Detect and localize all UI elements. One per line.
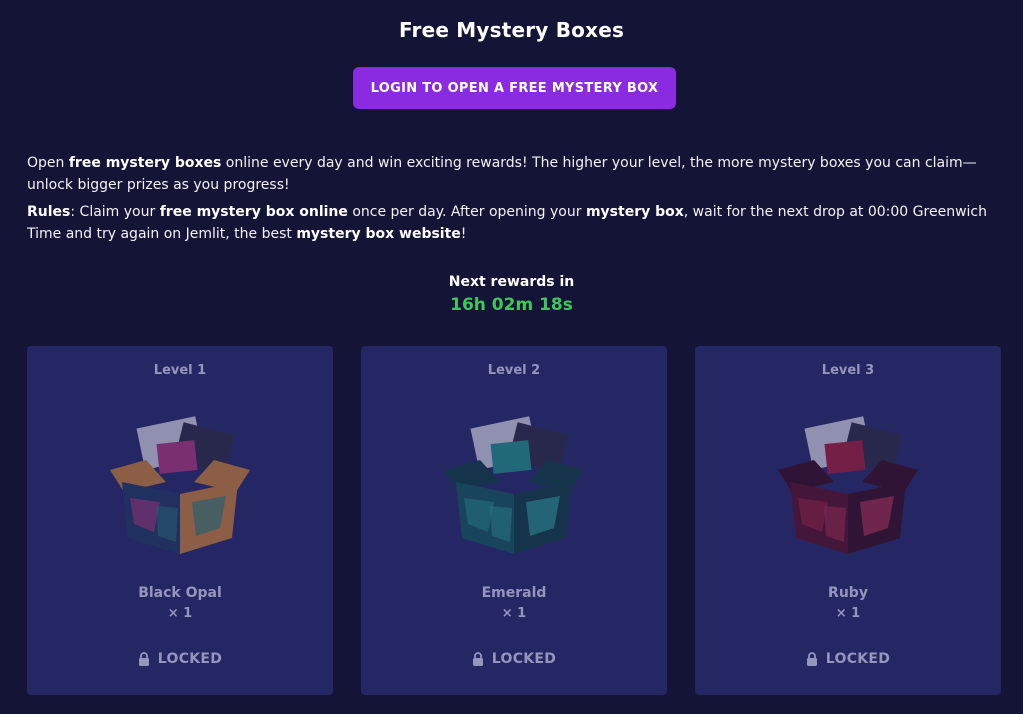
ruby-box-image (778, 416, 918, 554)
lock-icon (472, 652, 483, 666)
text-run: ! (460, 226, 467, 242)
prize-item (824, 440, 866, 474)
lock-icon (138, 652, 149, 666)
black-opal-box-image (110, 416, 250, 554)
locked-label: LOCKED (491, 651, 557, 667)
box-name: Emerald (481, 585, 547, 601)
box-quantity: × 1 (167, 606, 193, 621)
next-rewards-label: Next rewards in (448, 274, 575, 290)
locked-label: LOCKED (157, 651, 223, 667)
locked-status: LOCKED (27, 651, 333, 667)
mystery-box-card-ruby[interactable]: Level 3 Ruby × 1 LOCKED (695, 346, 1001, 695)
locked-label: LOCKED (825, 651, 891, 667)
box-quantity: × 1 (501, 606, 527, 621)
mystery-box-card-black-opal[interactable]: Level 1 Black Opal × 1 LOCKED (27, 346, 333, 695)
locked-status: LOCKED (361, 651, 667, 667)
rules-paragraph: Rules: Claim your free mystery box onlin… (27, 201, 1012, 245)
bold-text: free mystery box online (159, 204, 348, 220)
page-title: Free Mystery Boxes (398, 18, 625, 42)
lock-icon (806, 652, 817, 666)
emerald-box-image (444, 416, 584, 554)
text-run: once per day. After opening your (347, 204, 586, 220)
box-quantity: × 1 (835, 606, 861, 621)
card-level: Level 3 (821, 363, 875, 378)
bold-text: mystery box website (296, 226, 461, 242)
box-name: Ruby (828, 585, 868, 601)
intro-paragraph: Open free mystery boxes online every day… (27, 152, 1012, 196)
bold-text: mystery box (585, 204, 684, 220)
text-run: : Claim your (70, 204, 160, 220)
box-name: Black Opal (138, 585, 222, 601)
login-open-box-button[interactable]: LOGIN TO OPEN A FREE MYSTERY BOX (353, 67, 676, 109)
text-run: Open (27, 155, 69, 171)
locked-status: LOCKED (695, 651, 1001, 667)
countdown-timer: 16h 02m 18s (450, 295, 573, 315)
mystery-box-card-emerald[interactable]: Level 2 Emerald × 1 LOCKED (361, 346, 667, 695)
bold-text: Rules (27, 204, 71, 220)
card-level: Level 2 (487, 363, 541, 378)
prize-item (490, 440, 532, 474)
bold-text: free mystery boxes (68, 155, 222, 171)
card-level: Level 1 (153, 363, 207, 378)
prize-item (156, 440, 198, 474)
